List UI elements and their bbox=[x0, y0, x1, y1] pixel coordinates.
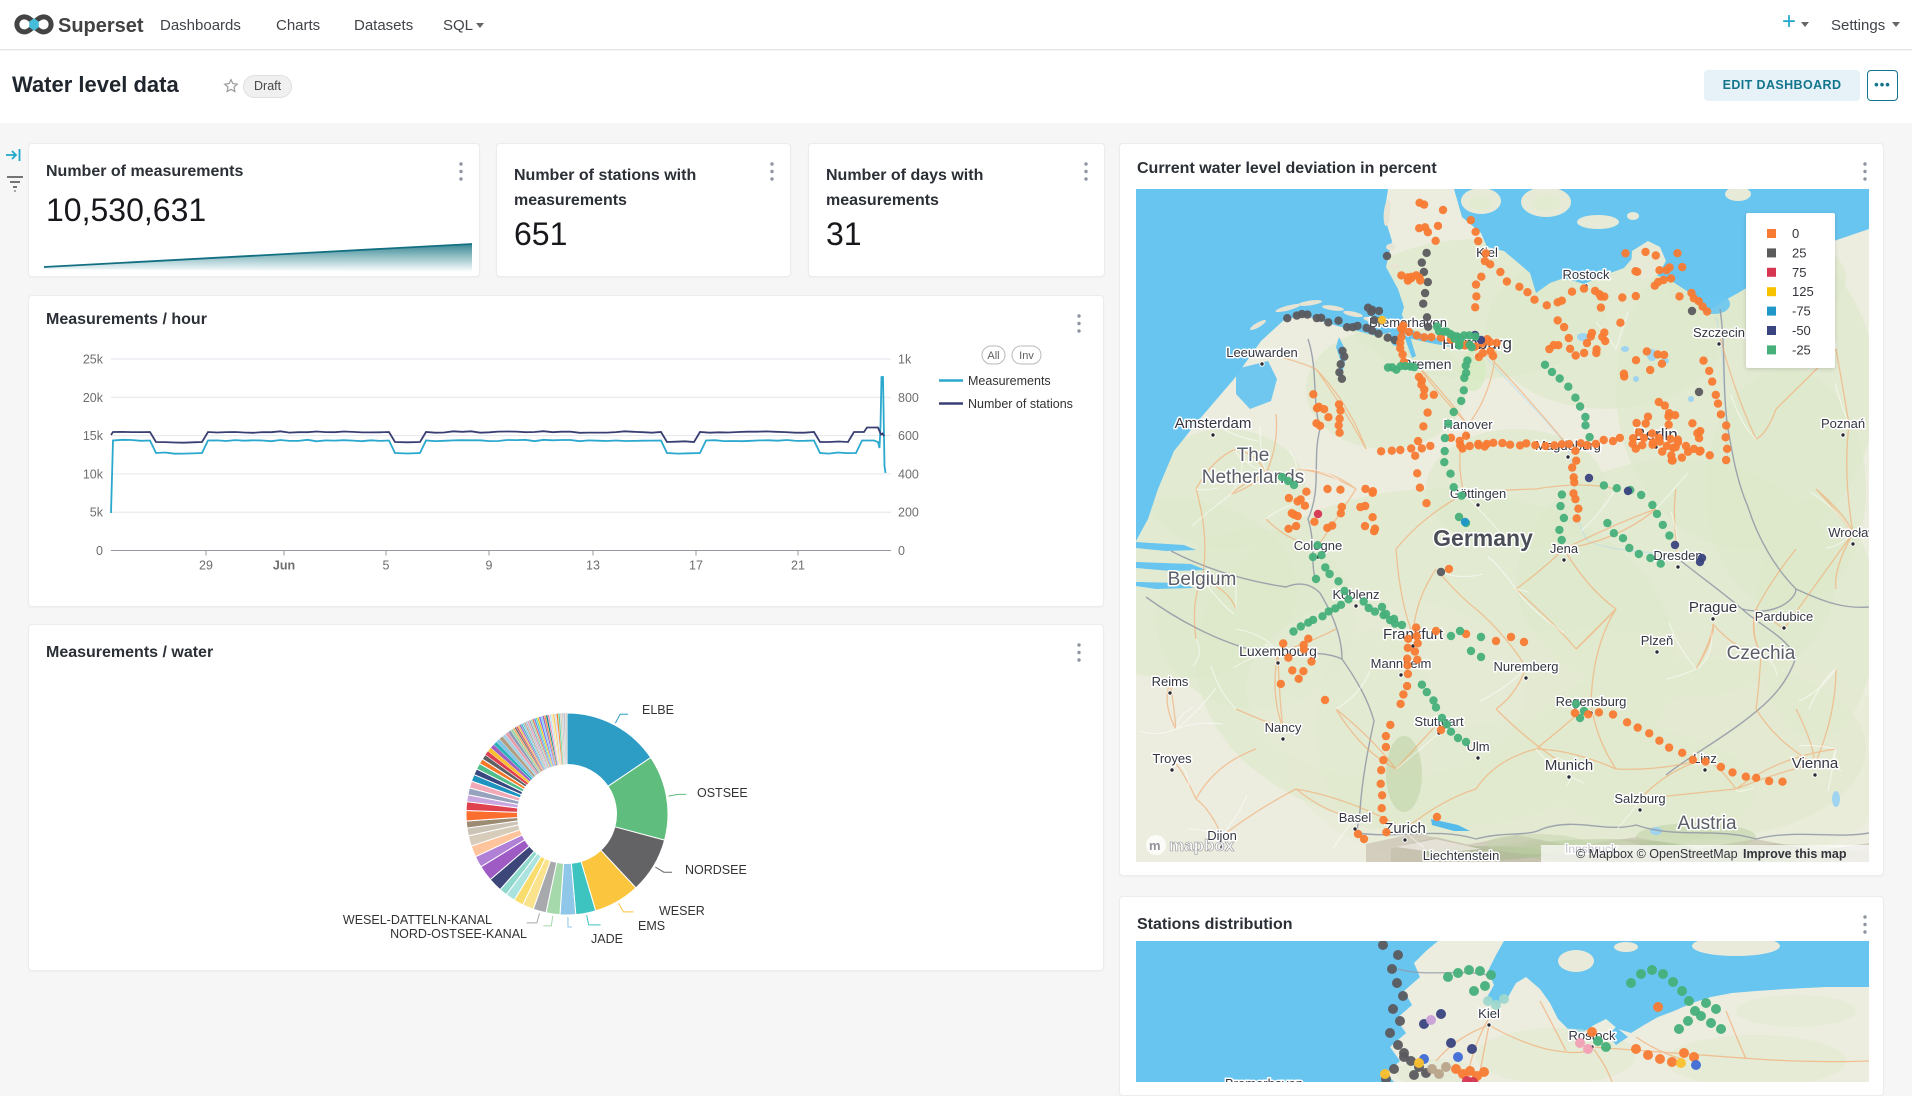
svg-text:Leeuwarden: Leeuwarden bbox=[1226, 345, 1298, 360]
svg-text:125: 125 bbox=[1792, 284, 1814, 299]
svg-text:OSTSEE: OSTSEE bbox=[697, 786, 748, 800]
svg-text:-75: -75 bbox=[1792, 304, 1811, 319]
svg-text:Poznań: Poznań bbox=[1821, 416, 1865, 431]
svg-text:Jun: Jun bbox=[273, 559, 295, 573]
svg-text:Czechia: Czechia bbox=[1727, 643, 1796, 664]
svg-text:Germany: Germany bbox=[1433, 525, 1533, 551]
svg-text:Rostock: Rostock bbox=[1563, 267, 1610, 282]
svg-text:15k: 15k bbox=[83, 429, 104, 443]
svg-text:25: 25 bbox=[1792, 245, 1806, 260]
svg-text:800: 800 bbox=[898, 391, 919, 405]
svg-text:25k: 25k bbox=[83, 353, 104, 367]
svg-text:Koblenz: Koblenz bbox=[1333, 587, 1380, 602]
svg-text:9: 9 bbox=[486, 559, 493, 573]
svg-text:5: 5 bbox=[383, 559, 390, 573]
svg-text:75: 75 bbox=[1792, 265, 1806, 280]
svg-text:17: 17 bbox=[689, 559, 703, 573]
svg-text:0: 0 bbox=[1792, 226, 1799, 241]
svg-text:Vienna: Vienna bbox=[1792, 755, 1839, 772]
svg-text:Nuremberg: Nuremberg bbox=[1493, 659, 1558, 674]
svg-text:mapbox: mapbox bbox=[1169, 836, 1235, 855]
svg-text:Salzburg: Salzburg bbox=[1614, 791, 1665, 806]
svg-text:21: 21 bbox=[791, 559, 805, 573]
svg-text:Troyes: Troyes bbox=[1152, 751, 1192, 766]
svg-text:1k: 1k bbox=[898, 353, 912, 367]
svg-text:Prague: Prague bbox=[1689, 599, 1737, 616]
svg-text:20k: 20k bbox=[83, 391, 104, 405]
svg-text:0: 0 bbox=[96, 544, 103, 558]
svg-text:Reims: Reims bbox=[1152, 674, 1189, 689]
svg-text:The: The bbox=[1237, 445, 1270, 466]
svg-text:Plzeň: Plzeň bbox=[1641, 633, 1674, 648]
svg-text:NORD-OSTSEE-KANAL: NORD-OSTSEE-KANAL bbox=[390, 927, 527, 941]
svg-text:Mannheim: Mannheim bbox=[1371, 656, 1432, 671]
svg-text:Inv: Inv bbox=[1019, 350, 1034, 362]
svg-text:EMS: EMS bbox=[638, 919, 665, 933]
svg-text:Amsterdam: Amsterdam bbox=[1175, 415, 1252, 432]
svg-text:m: m bbox=[1149, 838, 1161, 853]
svg-text:-50: -50 bbox=[1792, 323, 1811, 338]
svg-text:Regensburg: Regensburg bbox=[1556, 694, 1627, 709]
svg-text:Liechtenstein: Liechtenstein bbox=[1423, 848, 1500, 862]
svg-text:-25: -25 bbox=[1792, 342, 1811, 357]
svg-text:10k: 10k bbox=[83, 467, 104, 481]
svg-text:All: All bbox=[987, 350, 999, 362]
svg-text:Improve this map: Improve this map bbox=[1743, 847, 1847, 861]
svg-text:JADE: JADE bbox=[591, 932, 623, 946]
svg-text:Basel: Basel bbox=[1339, 810, 1372, 825]
svg-text:29: 29 bbox=[199, 559, 213, 573]
svg-text:Number of stations: Number of stations bbox=[968, 397, 1073, 411]
svg-text:400: 400 bbox=[898, 467, 919, 481]
svg-text:13: 13 bbox=[586, 559, 600, 573]
svg-text:Bremerhaven: Bremerhaven bbox=[1225, 1076, 1303, 1082]
svg-text:Jena: Jena bbox=[1550, 541, 1579, 556]
svg-text:Austria: Austria bbox=[1677, 813, 1737, 834]
svg-text:Zurich: Zurich bbox=[1384, 820, 1426, 837]
svg-text:5k: 5k bbox=[90, 506, 104, 520]
svg-text:200: 200 bbox=[898, 506, 919, 520]
svg-text:600: 600 bbox=[898, 429, 919, 443]
svg-text:Munich: Munich bbox=[1545, 757, 1593, 774]
svg-text:Measurements: Measurements bbox=[968, 374, 1051, 388]
svg-text:WESER: WESER bbox=[659, 904, 705, 918]
svg-text:Pardubice: Pardubice bbox=[1755, 609, 1814, 624]
svg-text:© Mapbox © OpenStreetMap: © Mapbox © OpenStreetMap bbox=[1576, 847, 1738, 861]
svg-text:0: 0 bbox=[898, 544, 905, 558]
svg-text:WESEL-DATTELN-KANAL: WESEL-DATTELN-KANAL bbox=[343, 913, 492, 927]
svg-text:ELBE: ELBE bbox=[642, 703, 674, 717]
svg-text:Belgium: Belgium bbox=[1168, 569, 1237, 590]
svg-text:Wrocław: Wrocław bbox=[1828, 525, 1869, 540]
svg-text:Szczecin: Szczecin bbox=[1693, 325, 1745, 340]
svg-text:NORDSEE: NORDSEE bbox=[685, 863, 747, 877]
svg-text:Nancy: Nancy bbox=[1265, 720, 1302, 735]
